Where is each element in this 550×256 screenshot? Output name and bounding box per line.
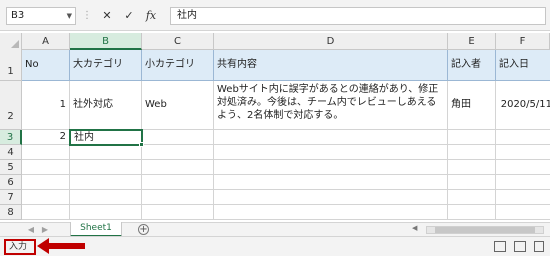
cell-d2[interactable]: Webサイト内に誤字があるとの連絡があり、修正対処済み。今後は、チーム内でレビュ…: [214, 81, 448, 130]
page-break-view-icon[interactable]: [534, 241, 544, 252]
horizontal-scrollbar[interactable]: [426, 226, 544, 234]
cell-f2[interactable]: 2020/5/11: [496, 81, 550, 130]
cell-c6[interactable]: [142, 175, 214, 190]
chevron-down-icon[interactable]: ▼: [67, 8, 72, 24]
column-header-f[interactable]: F: [496, 33, 550, 50]
hscroll-left-icon[interactable]: ◀: [412, 224, 417, 232]
cell-c3[interactable]: [142, 130, 214, 145]
page-layout-view-icon[interactable]: [514, 241, 526, 252]
cell-c5[interactable]: [142, 160, 214, 175]
cell-a1[interactable]: No: [22, 50, 70, 81]
cell-b5[interactable]: [70, 160, 142, 175]
red-arrow-icon: [37, 238, 85, 254]
add-sheet-icon[interactable]: +: [138, 224, 149, 235]
cell-a4[interactable]: [22, 145, 70, 160]
row-header-7[interactable]: 7: [0, 190, 22, 205]
scroll-tabs-left-icon[interactable]: ◀: [26, 224, 36, 236]
cell-c7[interactable]: [142, 190, 214, 205]
worksheet-grid: A B C D E F 1 2 3 4 5 6 7 8 No 大カテゴリ 小カテ…: [0, 33, 550, 223]
enter-icon[interactable]: ✓: [120, 7, 138, 25]
select-all-icon: [11, 40, 19, 48]
scroll-tabs-right-icon[interactable]: ▶: [40, 224, 50, 236]
sheet-tab-sheet1[interactable]: Sheet1: [70, 222, 122, 237]
cell-c8[interactable]: [142, 205, 214, 220]
cell-f7[interactable]: [496, 190, 550, 205]
cell-d5[interactable]: [214, 160, 448, 175]
scrollbar-thumb[interactable]: [435, 227, 535, 233]
sheet-tabs-bar: ◀ ▶ Sheet1 + ◀: [0, 222, 550, 237]
cell-e8[interactable]: [448, 205, 496, 220]
cell-b3-active[interactable]: 社内: [69, 129, 143, 146]
status-bar: 入力: [0, 236, 550, 256]
formula-bar-grip-icon: ⋮: [82, 10, 92, 21]
cell-a3[interactable]: 2: [22, 130, 70, 145]
row-header-2[interactable]: 2: [0, 81, 22, 130]
row-header-1[interactable]: 1: [0, 50, 22, 81]
cell-e1[interactable]: 記入者: [448, 50, 496, 81]
cell-f3[interactable]: [496, 130, 550, 145]
cell-d3[interactable]: [214, 130, 448, 145]
row-header-5[interactable]: 5: [0, 160, 22, 175]
insert-function-icon[interactable]: fx: [142, 7, 160, 25]
select-all-button[interactable]: [0, 33, 22, 50]
cell-c2[interactable]: Web: [142, 81, 214, 130]
column-header-c[interactable]: C: [142, 33, 214, 50]
cell-f8[interactable]: [496, 205, 550, 220]
cell-b6[interactable]: [70, 175, 142, 190]
cell-b2[interactable]: 社外対応: [70, 81, 142, 130]
formula-bar: B3 ▼ ⋮ ✕ ✓ fx 社内: [0, 0, 550, 31]
cell-d1[interactable]: 共有内容: [214, 50, 448, 81]
row-header-8[interactable]: 8: [0, 205, 22, 220]
cell-d6[interactable]: [214, 175, 448, 190]
cancel-icon[interactable]: ✕: [98, 7, 116, 25]
column-header-e[interactable]: E: [448, 33, 496, 50]
cell-e7[interactable]: [448, 190, 496, 205]
name-box-value: B3: [11, 10, 25, 21]
cell-d7[interactable]: [214, 190, 448, 205]
column-header-d[interactable]: D: [214, 33, 448, 50]
cell-e3[interactable]: [448, 130, 496, 145]
cell-e4[interactable]: [448, 145, 496, 160]
row-header-3[interactable]: 3: [0, 130, 22, 145]
cell-b1[interactable]: 大カテゴリ: [70, 50, 142, 81]
cell-f5[interactable]: [496, 160, 550, 175]
column-header-a[interactable]: A: [22, 33, 70, 50]
cell-e2[interactable]: 角田: [448, 81, 496, 130]
cell-f6[interactable]: [496, 175, 550, 190]
cell-b7[interactable]: [70, 190, 142, 205]
cell-f4[interactable]: [496, 145, 550, 160]
cell-mode-indicator: 入力: [4, 239, 36, 255]
cell-d8[interactable]: [214, 205, 448, 220]
cell-b8[interactable]: [70, 205, 142, 220]
cell-a6[interactable]: [22, 175, 70, 190]
column-header-b[interactable]: B: [70, 33, 142, 50]
column-headers: A B C D E F: [0, 33, 550, 50]
normal-view-icon[interactable]: [494, 241, 506, 252]
cell-f1[interactable]: 記入日: [496, 50, 550, 81]
cell-d4[interactable]: [214, 145, 448, 160]
cell-a7[interactable]: [22, 190, 70, 205]
cell-e6[interactable]: [448, 175, 496, 190]
cell-a8[interactable]: [22, 205, 70, 220]
cell-a2[interactable]: 1: [22, 81, 70, 130]
cell-e5[interactable]: [448, 160, 496, 175]
cell-c4[interactable]: [142, 145, 214, 160]
row-header-6[interactable]: 6: [0, 175, 22, 190]
name-box[interactable]: B3 ▼: [6, 7, 76, 25]
cell-c1[interactable]: 小カテゴリ: [142, 50, 214, 81]
fill-handle[interactable]: [139, 142, 144, 147]
cell-b4[interactable]: [70, 145, 142, 160]
formula-input[interactable]: 社内: [170, 7, 546, 25]
row-header-4[interactable]: 4: [0, 145, 22, 160]
cell-a5[interactable]: [22, 160, 70, 175]
